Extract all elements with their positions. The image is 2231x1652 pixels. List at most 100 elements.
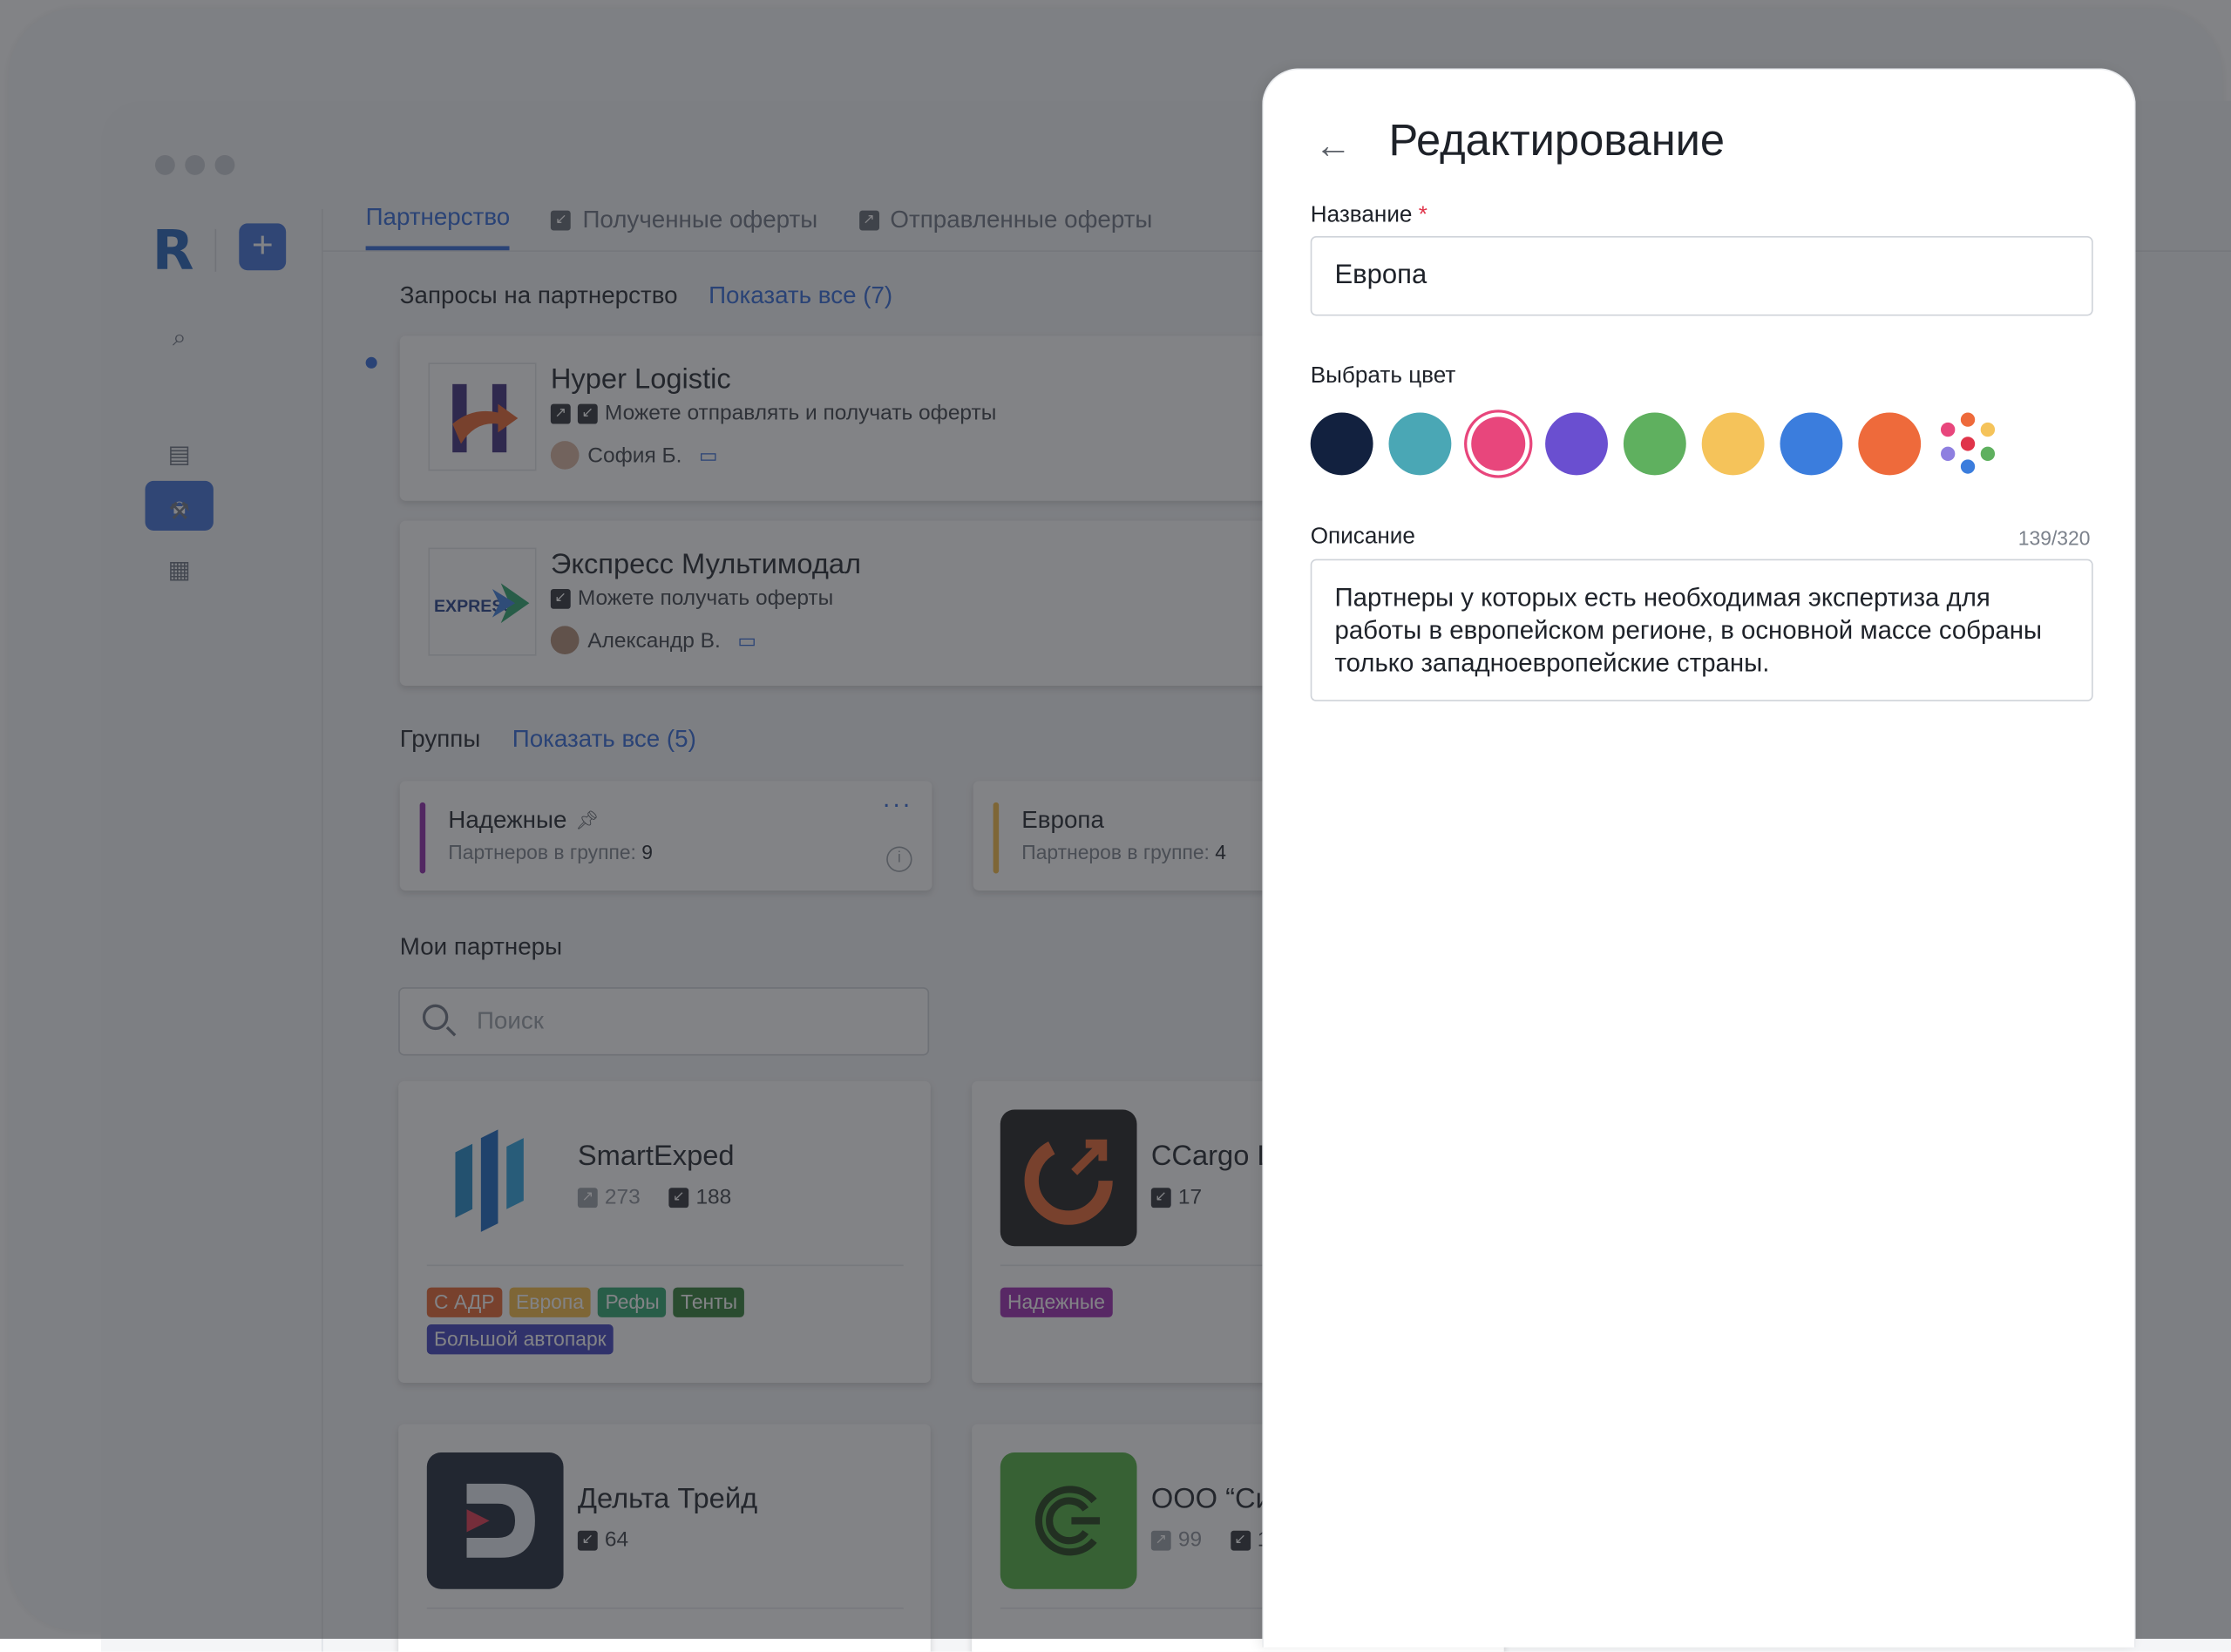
color-swatch-yellow[interactable] (1701, 412, 1765, 476)
group-name: Надежные (448, 806, 567, 834)
contact-name: София Б. (587, 443, 682, 468)
group-name-row: Надежные 📌︎ (448, 807, 599, 836)
color-picker (1310, 412, 1999, 476)
window-maximize-dot[interactable] (214, 154, 235, 175)
requests-show-all-link[interactable]: Показать все (7) (709, 281, 892, 310)
groups-title: Группы (399, 725, 481, 753)
incoming-arrow-icon: ↙ (668, 1187, 689, 1208)
request-permissions: ↗ ↙ Можете отправлять и получать оферты (550, 401, 997, 426)
tab-label: Отправленные оферты (890, 205, 1153, 233)
auction-hammer-icon[interactable]: ⚒ (164, 497, 195, 528)
group-count-value: 9 (641, 840, 654, 864)
tab-received-offers[interactable]: ↙ Полученные оферты (551, 203, 817, 250)
incoming-arrow-icon: ↙ (550, 588, 571, 608)
request-card[interactable]: Hyper Logistic ↗ ↙ Можете отправлять и п… (399, 335, 1311, 501)
tag[interactable]: Тенты (673, 1287, 745, 1317)
sent-offers-stat: ↗ 99 (1150, 1528, 1202, 1552)
group-color-bar (993, 802, 1000, 874)
color-swatch-green[interactable] (1623, 412, 1686, 476)
tag-list: С АДР Европа Рефы Тенты Большой автопарк (426, 1287, 897, 1355)
group-color-bar (419, 802, 426, 874)
card-divider (426, 1264, 904, 1267)
color-swatch-blue[interactable] (1780, 412, 1843, 476)
tag[interactable]: Надежные (1000, 1287, 1113, 1317)
back-arrow-icon[interactable]: ← (1315, 124, 1352, 168)
partner-name[interactable]: CCargo L (1151, 1141, 1273, 1174)
express-multimodal-logo: EXPRESS (428, 547, 537, 656)
outgoing-arrow-icon: ↗ (858, 209, 879, 230)
required-mark: * (1418, 203, 1427, 228)
info-icon[interactable]: i (886, 846, 912, 872)
color-swatch-teal[interactable] (1388, 412, 1452, 476)
color-swatch-pink-selected[interactable] (1471, 416, 1526, 471)
partner-stats: ↗ 273 ↙ 188 (577, 1185, 732, 1209)
contact-name: Александр В. (587, 627, 721, 653)
request-contact: Александр В. ▭ (550, 626, 756, 655)
group-name-input[interactable] (1310, 236, 2093, 316)
name-label-text: Название (1310, 203, 1413, 228)
custom-color-palette-icon[interactable] (1936, 412, 1999, 475)
delta-trade-logo (426, 1452, 564, 1589)
add-button[interactable]: + (239, 223, 287, 271)
more-icon[interactable]: ··· (882, 789, 912, 819)
request-permissions: ↙ Можете получать оферты (550, 586, 833, 610)
color-swatch-purple[interactable] (1545, 412, 1608, 476)
group-count: Партнеров в группе: 9 (448, 841, 653, 863)
groups-show-all-link[interactable]: Показать все (5) (512, 726, 696, 755)
group-count-label: Партнеров в группе: (1021, 840, 1210, 864)
received-offers-stat: ↙ 64 (577, 1527, 629, 1553)
document-icon[interactable]: ▤ (164, 440, 195, 471)
requests-title: Запросы на партнерство (399, 281, 678, 309)
building-icon[interactable]: ▦ (164, 555, 195, 586)
incoming-arrow-icon: ↙ (1150, 1187, 1171, 1208)
avatar (550, 441, 580, 470)
received-count: 188 (695, 1185, 732, 1209)
received-offers-stat: ↙ 17 (1150, 1185, 1202, 1209)
partner-name[interactable]: Дельта Трейд (578, 1484, 757, 1517)
tag[interactable]: Европа (508, 1287, 592, 1317)
name-label: Название * (1311, 203, 1427, 228)
hyper-logistic-logo (428, 362, 537, 471)
group-count: Партнеров в группе: 4 (1021, 841, 1226, 863)
search-input[interactable]: Поиск (398, 987, 930, 1056)
outgoing-arrow-icon: ↗ (550, 403, 571, 423)
chat-icon[interactable]: ▭ (737, 628, 756, 653)
chat-icon[interactable]: ▭ (699, 443, 718, 468)
incoming-arrow-icon: ↙ (577, 403, 598, 423)
tag[interactable]: С АДР (426, 1287, 502, 1317)
tab-partnership[interactable]: Партнерство (365, 203, 511, 251)
group-card[interactable]: Надежные 📌︎ Партнеров в группе: 9 ··· i (399, 781, 932, 891)
app-logo[interactable]: R (153, 223, 194, 277)
color-swatch-orange[interactable] (1858, 412, 1922, 476)
partner-card[interactable]: SmartExped ↗ 273 ↙ 188 С АДР Европа Рефы Т… (398, 1080, 931, 1383)
received-count: 64 (604, 1527, 629, 1553)
request-card[interactable]: EXPRESS Экспресс Мультимодал ↙ Можете по… (399, 520, 1311, 686)
permission-text: Можете отправлять и получать оферты (604, 401, 997, 426)
sent-offers-stat: ↗ 273 (577, 1185, 641, 1209)
sent-count: 273 (604, 1185, 641, 1209)
panel-title: Редактирование (1388, 115, 1726, 166)
request-name[interactable]: Экспресс Мультимодал (551, 549, 861, 582)
color-label: Выбрать цвет (1310, 363, 1456, 389)
search-placeholder: Поиск (476, 1006, 544, 1034)
tag[interactable]: Рефы (598, 1287, 667, 1317)
color-swatch-navy[interactable] (1310, 412, 1373, 476)
description-textarea[interactable]: Партнеры у которых есть необходимая эксп… (1310, 559, 2093, 701)
partner-name[interactable]: SmartExped (578, 1141, 735, 1174)
tag[interactable]: Большой автопарк (426, 1324, 614, 1355)
card-divider (426, 1607, 904, 1609)
request-name[interactable]: Hyper Logistic (551, 364, 731, 397)
window-minimize-dot[interactable] (185, 154, 206, 175)
incoming-arrow-icon: ↙ (577, 1529, 598, 1550)
description-label: Описание (1310, 525, 1415, 550)
box-search-icon[interactable]: ⌕ (164, 323, 195, 355)
outgoing-arrow-icon: ↗ (1150, 1529, 1171, 1550)
group-count-value: 4 (1215, 840, 1226, 864)
tab-label: Партнерство (365, 203, 511, 231)
group-name: Европа (1021, 806, 1104, 834)
partner-card[interactable]: Дельта Трейд ↙ 64 (398, 1424, 931, 1652)
tab-sent-offers[interactable]: ↗ Отправленные оферты (858, 203, 1153, 250)
screen: R + ⌕ 🔒︎ ▤ ⚒ ▦ Партнерство ↙ Полученные … (0, 0, 2231, 1652)
window-close-dot[interactable] (154, 154, 175, 175)
incoming-arrow-icon: ↙ (551, 209, 572, 230)
